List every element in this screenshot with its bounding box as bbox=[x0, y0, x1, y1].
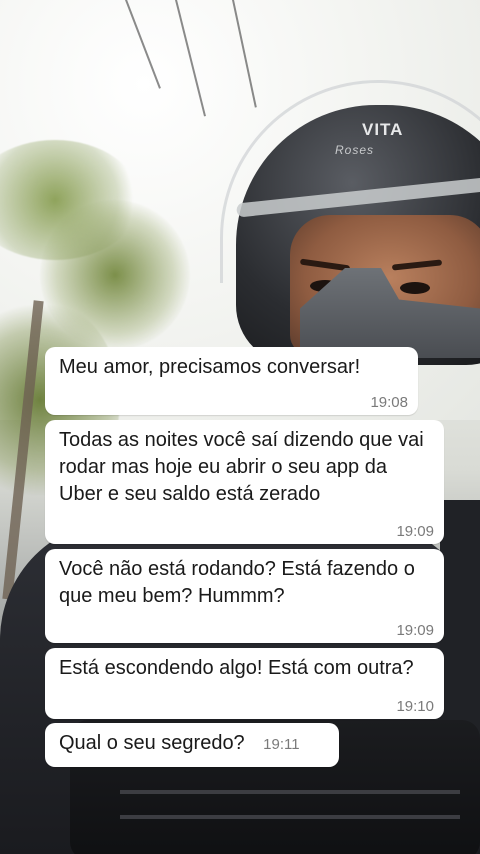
chat-message[interactable]: Você não está rodando? Está fazendo o qu… bbox=[45, 549, 444, 643]
chat-message[interactable]: Meu amor, precisamos conversar! 19:08 bbox=[45, 347, 418, 415]
chat-message[interactable]: Todas as noites você saí dizendo que vai… bbox=[45, 420, 444, 544]
message-time: 19:08 bbox=[370, 394, 408, 411]
backpack-strap bbox=[440, 500, 480, 740]
message-time: 19:09 bbox=[396, 523, 434, 540]
bag-zipper bbox=[120, 815, 460, 819]
helmet-brand-logo: VITA bbox=[362, 120, 404, 139]
message-text: Meu amor, precisamos conversar! bbox=[59, 356, 361, 378]
message-text: Todas as noites você saí dizendo que vai… bbox=[59, 429, 424, 505]
eye bbox=[400, 282, 430, 294]
message-text: Está escondendo algo! Está com outra? bbox=[59, 657, 414, 679]
message-time: 19:09 bbox=[396, 622, 434, 639]
chat-message[interactable]: Está escondendo algo! Está com outra? 19… bbox=[45, 648, 444, 719]
message-text: Qual o seu segredo? bbox=[59, 732, 245, 754]
message-text: Você não está rodando? Está fazendo o qu… bbox=[59, 558, 415, 607]
helmet-model-logo: Roses bbox=[335, 143, 375, 157]
message-time: 19:11 bbox=[263, 736, 300, 753]
chat-message[interactable]: Qual o seu segredo? 19:11 bbox=[45, 723, 339, 767]
message-time: 19:10 bbox=[396, 698, 434, 715]
bag-zipper bbox=[120, 790, 460, 794]
